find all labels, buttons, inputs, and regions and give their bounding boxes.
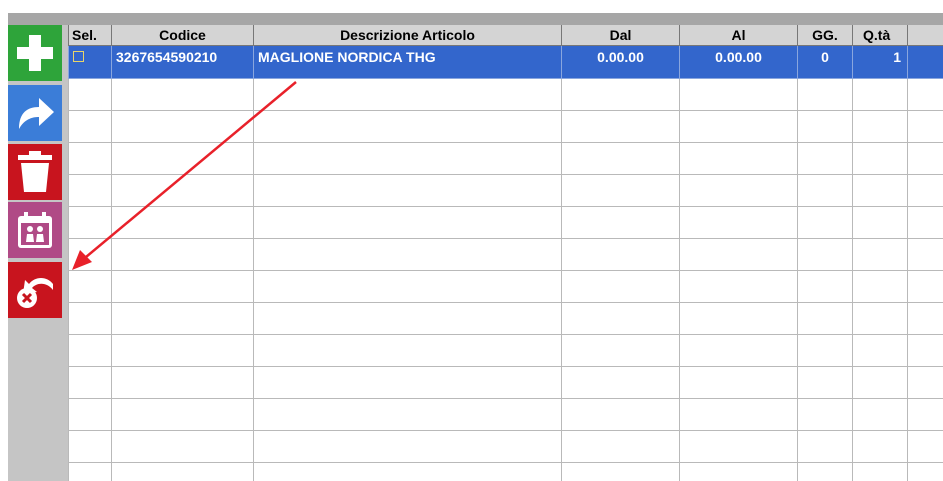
column-header-sel[interactable]: Sel. xyxy=(68,25,112,46)
add-button[interactable] xyxy=(8,25,62,81)
grid-top-strip xyxy=(8,13,943,25)
column-header-descrizione[interactable]: Descrizione Articolo xyxy=(253,25,562,46)
undo-cancel-button[interactable] xyxy=(8,262,62,318)
table-row[interactable] xyxy=(68,78,943,111)
column-header-al[interactable]: Al xyxy=(679,25,798,46)
gg-cell: 0 xyxy=(797,45,853,79)
table-row[interactable] xyxy=(68,238,943,271)
trash-icon xyxy=(18,151,52,192)
calendar-people-button[interactable] xyxy=(8,202,62,258)
forward-button[interactable] xyxy=(8,85,62,141)
dal-cell: 0.00.00 xyxy=(561,45,680,79)
forward-arrow-icon xyxy=(19,98,54,129)
table-row[interactable] xyxy=(68,398,943,431)
top-bar xyxy=(0,0,943,25)
table-header-row: Sel. Codice Descrizione Articolo Dal Al … xyxy=(68,25,943,46)
delete-button[interactable] xyxy=(8,144,62,200)
articles-grid: Sel. Codice Descrizione Articolo Dal Al … xyxy=(68,25,943,481)
column-header-codice[interactable]: Codice xyxy=(111,25,254,46)
al-cell: 0.00.00 xyxy=(679,45,798,79)
column-header-extra xyxy=(907,25,943,46)
table-row[interactable] xyxy=(68,206,943,239)
table-row[interactable]: 3267654590210 MAGLIONE NORDICA THG 0.00.… xyxy=(68,45,943,79)
qta-cell: 1 xyxy=(852,45,908,79)
table-row[interactable] xyxy=(68,366,943,399)
extra-cell xyxy=(907,45,943,79)
codice-cell: 3267654590210 xyxy=(111,45,254,79)
column-header-qta[interactable]: Q.tà xyxy=(852,25,908,46)
table-row[interactable] xyxy=(68,462,943,481)
table-row[interactable] xyxy=(68,174,943,207)
row-select-cell[interactable] xyxy=(68,45,112,79)
table-row[interactable] xyxy=(68,302,943,335)
table-row[interactable] xyxy=(68,430,943,463)
plus-icon xyxy=(17,35,53,71)
table-row[interactable] xyxy=(68,270,943,303)
table-row[interactable] xyxy=(68,142,943,175)
articles-table: Sel. Codice Descrizione Articolo Dal Al … xyxy=(68,25,943,481)
descrizione-cell: MAGLIONE NORDICA THG xyxy=(253,45,562,79)
row-checkbox[interactable] xyxy=(73,51,84,62)
table-row[interactable] xyxy=(68,334,943,367)
side-toolbar xyxy=(8,25,68,481)
undo-cancel-icon xyxy=(17,278,53,308)
column-header-gg[interactable]: GG. xyxy=(797,25,853,46)
column-header-dal[interactable]: Dal xyxy=(561,25,680,46)
calendar-people-icon xyxy=(18,212,52,248)
table-row[interactable] xyxy=(68,110,943,143)
